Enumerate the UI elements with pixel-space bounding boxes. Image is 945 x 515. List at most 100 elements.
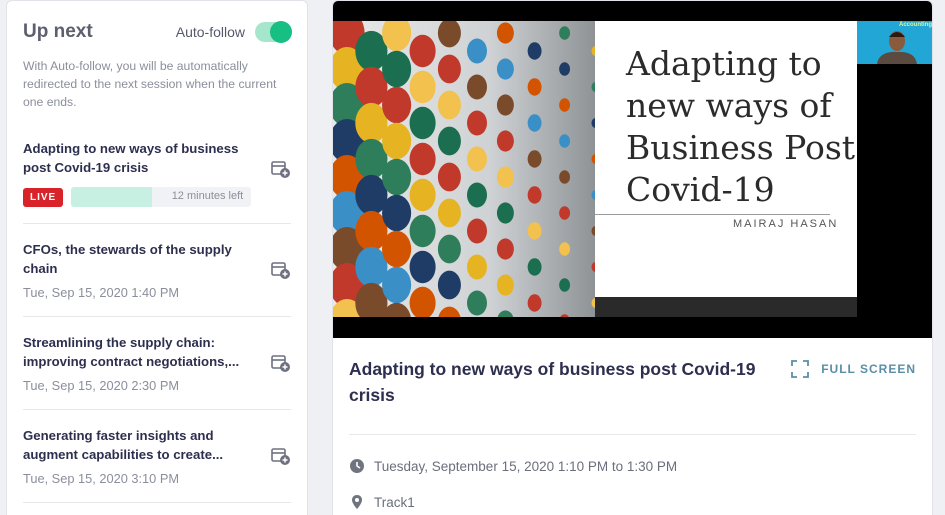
session-item[interactable]: Generating faster insights and augment c…	[23, 410, 291, 503]
wall-hole-dot	[409, 214, 436, 248]
calendar-add-icon[interactable]	[271, 446, 291, 466]
wall-hole-dot	[467, 74, 487, 100]
live-status-row: LIVE 12 minutes left	[23, 187, 291, 207]
wall-hole-dot	[559, 242, 571, 256]
fullscreen-label: FULL SCREEN	[821, 362, 916, 376]
wall-hole-dot	[496, 130, 514, 152]
wall-hole-dot	[437, 198, 461, 228]
wall-hole-dot	[527, 114, 542, 132]
session-datetime: Tuesday, September 15, 2020 1:10 PM to 1…	[374, 458, 678, 474]
session-location-row: Track1	[349, 494, 916, 510]
wall-hole-dot	[559, 62, 571, 76]
wall-hole-dot	[409, 34, 436, 68]
wall-hole-dot	[527, 294, 542, 312]
wall-hole-dot	[409, 106, 436, 140]
session-progress-bar: 12 minutes left	[71, 187, 252, 207]
wall-hole-dot	[527, 42, 542, 60]
toggle-knob	[270, 21, 292, 43]
wall-hole-dot	[437, 126, 461, 156]
wall-hole-dot	[409, 70, 436, 104]
slide-footer-bar	[595, 297, 857, 317]
session-item[interactable]: Streamlining the supply chain: improving…	[23, 317, 291, 410]
wall-hole-dot	[527, 258, 542, 276]
wall-hole-dot	[467, 290, 487, 316]
wall-hole-dot	[467, 110, 487, 136]
wall-hole-dot	[382, 266, 412, 304]
wall-hole-dot	[409, 250, 436, 284]
session-title-heading: Adapting to new ways of business post Co…	[349, 359, 756, 405]
session-info-header: Adapting to new ways of business post Co…	[349, 356, 916, 435]
session-location: Track1	[374, 494, 415, 510]
slide-title: Adapting to new ways of Business Post Co…	[626, 44, 856, 209]
wall-hole-dot	[382, 158, 412, 196]
wall-hole-dot	[527, 150, 542, 168]
session-info: Adapting to new ways of business post Co…	[333, 338, 932, 510]
slide-author: MAIRAJ HASAN	[733, 218, 839, 230]
location-pin-icon	[352, 495, 362, 509]
session-main-panel: Adapting to new ways of Business Post Co…	[332, 0, 933, 515]
auto-follow-control: Auto-follow	[175, 21, 292, 43]
session-title[interactable]: Adapting to new ways of business post Co…	[23, 139, 251, 177]
video-player[interactable]: Adapting to new ways of Business Post Co…	[333, 1, 932, 338]
wall-hole-dot	[496, 58, 514, 80]
session-title[interactable]: CFOs, the stewards of the supply chain	[23, 240, 251, 278]
session-time: Tue, Sep 15, 2020 2:30 PM	[23, 378, 180, 393]
wall-hole-dot	[437, 162, 461, 192]
wall-hole-dot	[496, 202, 514, 224]
wall-hole-dot	[467, 254, 487, 280]
auto-follow-toggle[interactable]	[255, 21, 292, 43]
session-title[interactable]: Generating faster insights and augment c…	[23, 426, 251, 464]
speaker-webcam-thumbnail: Accounting	[857, 21, 932, 64]
wall-hole-dot	[437, 90, 461, 120]
wall-hole-dot	[382, 194, 412, 232]
wall-hole-dot	[496, 238, 514, 260]
session-item[interactable]: Adapting to new ways of business post Co…	[23, 123, 291, 224]
wall-hole-dot	[409, 142, 436, 176]
wall-hole-dot	[559, 26, 571, 40]
auto-follow-label: Auto-follow	[175, 24, 245, 40]
wall-hole-dot	[382, 122, 412, 160]
calendar-add-icon[interactable]	[271, 260, 291, 280]
wall-hole-dot	[559, 278, 571, 292]
wall-hole-dot	[559, 134, 571, 148]
wall-hole-dot	[496, 166, 514, 188]
wall-hole-dot	[437, 234, 461, 264]
session-time: Tue, Sep 15, 2020 1:40 PM	[23, 285, 180, 300]
slide-photo-dotted-wall	[333, 21, 595, 317]
wall-hole-dot	[559, 98, 571, 112]
wall-hole-dot	[467, 38, 487, 64]
presentation-slide: Adapting to new ways of Business Post Co…	[333, 21, 857, 317]
wall-hole-dot	[382, 86, 412, 124]
wall-hole-dot	[382, 230, 412, 268]
wall-hole-dot	[409, 178, 436, 212]
session-item[interactable]: CFOs, the stewards of the supply chain T…	[23, 224, 291, 317]
sidebar-title: Up next	[23, 21, 93, 42]
wall-hole-dot	[382, 50, 412, 88]
wall-hole-dot	[527, 186, 542, 204]
wall-hole-dot	[467, 146, 487, 172]
sidebar-header: Up next Auto-follow	[23, 21, 292, 43]
speaker-badge: Accounting	[899, 22, 932, 28]
calendar-add-icon[interactable]	[271, 353, 291, 373]
session-time: Tue, Sep 15, 2020 3:10 PM	[23, 471, 180, 486]
page: Up next Auto-follow With Auto-follow, yo…	[0, 0, 945, 515]
clock-icon	[350, 459, 364, 473]
fullscreen-icon	[791, 360, 810, 378]
wall-hole-dot	[467, 182, 487, 208]
wall-hole-dot	[527, 222, 542, 240]
time-remaining: 12 minutes left	[171, 190, 244, 202]
wall-hole-dot	[496, 94, 514, 116]
fullscreen-button[interactable]: FULL SCREEN	[791, 360, 916, 378]
wall-hole-dot	[559, 170, 571, 184]
wall-hole-dot	[467, 218, 487, 244]
slide-divider	[595, 214, 830, 215]
up-next-sidebar: Up next Auto-follow With Auto-follow, yo…	[6, 0, 308, 515]
wall-hole-dot	[527, 78, 542, 96]
auto-follow-description: With Auto-follow, you will be automatica…	[23, 59, 277, 109]
calendar-add-icon[interactable]	[271, 159, 291, 179]
wall-hole-dot	[437, 270, 461, 300]
wall-hole-dot	[437, 54, 461, 84]
live-badge: LIVE	[23, 187, 64, 207]
session-title[interactable]: Streamlining the supply chain: improving…	[23, 333, 251, 371]
progress-fill	[71, 187, 153, 207]
